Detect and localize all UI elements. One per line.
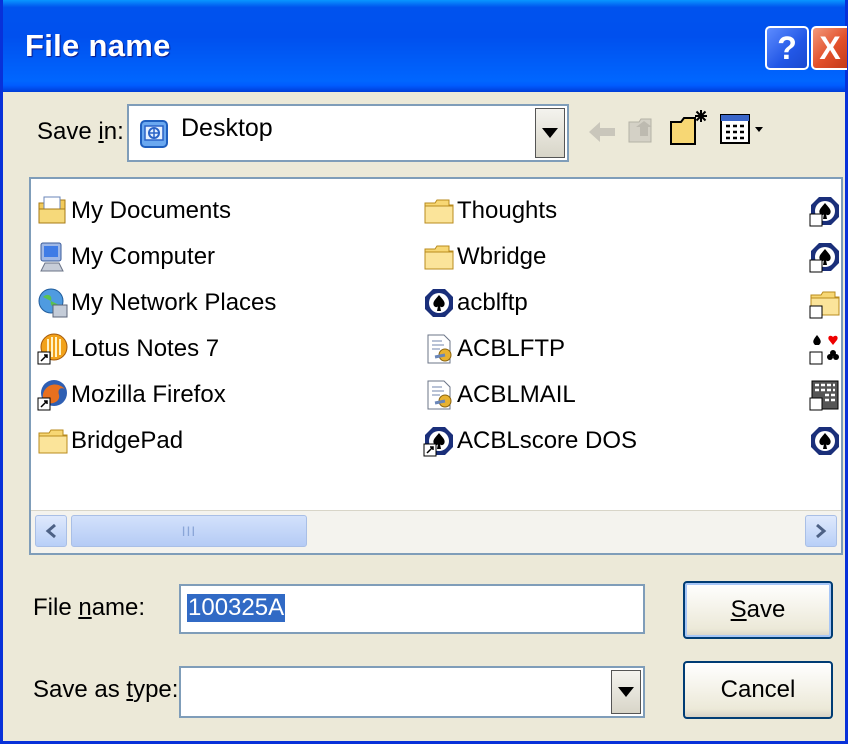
- chevron-left-icon: [45, 523, 56, 539]
- list-item[interactable]: [809, 283, 841, 323]
- scroll-left-button[interactable]: [35, 515, 67, 547]
- list-item[interactable]: [809, 237, 841, 277]
- script-file-icon: [423, 333, 455, 365]
- folder-icon: [423, 241, 455, 273]
- list-item[interactable]: BridgePad: [37, 421, 183, 461]
- acbl-spade-shortcut-icon: [809, 195, 841, 227]
- folder-icon: [423, 195, 455, 227]
- my-documents-icon: [37, 195, 69, 227]
- list-item[interactable]: [809, 375, 841, 415]
- save-in-label: Save in:: [37, 118, 124, 145]
- list-item[interactable]: ACBLscore DOS: [423, 421, 637, 461]
- acbl-spade-icon: [423, 287, 455, 319]
- script-file-icon: [423, 379, 455, 411]
- lotus-notes-shortcut-icon: [37, 333, 69, 365]
- chevron-right-icon: [816, 523, 827, 539]
- file-list[interactable]: My Documents My Computer My Network Plac…: [29, 177, 843, 555]
- list-item[interactable]: [809, 191, 841, 231]
- list-item[interactable]: Lotus Notes 7: [37, 329, 219, 369]
- window-title: File name: [25, 28, 171, 63]
- save-in-dropdown-button[interactable]: [535, 108, 565, 158]
- scroll-right-button[interactable]: [805, 515, 837, 547]
- file-name-input[interactable]: 100325A: [179, 584, 645, 634]
- list-item[interactable]: Wbridge: [423, 237, 546, 277]
- scroll-thumb[interactable]: III: [71, 515, 307, 547]
- help-icon: ?: [777, 29, 797, 66]
- list-item[interactable]: [809, 421, 841, 461]
- file-name-value: 100325A: [187, 594, 286, 622]
- save-button[interactable]: Save: [683, 581, 833, 639]
- scroll-grip: III: [181, 523, 197, 539]
- card-suits-shortcut-icon: [809, 333, 841, 365]
- acbl-spade-shortcut-icon: [809, 241, 841, 273]
- firefox-shortcut-icon: [37, 379, 69, 411]
- save-dialog: File name ? X Save in: Desktop My Docume…: [0, 0, 848, 744]
- list-item[interactable]: My Documents: [37, 191, 231, 231]
- list-item[interactable]: acblftp: [423, 283, 528, 323]
- save-as-type-dropdown-button[interactable]: [611, 670, 641, 714]
- help-button[interactable]: ?: [765, 26, 809, 70]
- back-arrow-icon[interactable]: [587, 118, 617, 151]
- list-item[interactable]: ACBLFTP: [423, 329, 565, 369]
- file-name-label: File name:: [33, 594, 146, 621]
- save-as-type-label: Save as type:: [33, 676, 179, 703]
- horizontal-scrollbar[interactable]: III: [31, 510, 841, 553]
- view-menu-icon[interactable]: [719, 112, 767, 151]
- network-places-icon: [37, 287, 69, 319]
- my-computer-icon: [37, 241, 69, 273]
- list-item[interactable]: My Computer: [37, 237, 215, 277]
- close-button[interactable]: X: [811, 26, 847, 70]
- list-item[interactable]: My Network Places: [37, 283, 276, 323]
- close-icon: X: [819, 29, 841, 66]
- acbl-spade-icon: [809, 425, 841, 457]
- folder-icon: [37, 425, 69, 457]
- save-in-value: Desktop: [181, 114, 273, 142]
- up-folder-icon[interactable]: [627, 112, 661, 151]
- list-item[interactable]: Thoughts: [423, 191, 557, 231]
- save-in-combo[interactable]: Desktop: [127, 104, 569, 162]
- calculator-shortcut-icon: [809, 379, 841, 411]
- list-item[interactable]: Mozilla Firefox: [37, 375, 226, 415]
- save-as-type-combo[interactable]: [179, 666, 645, 718]
- chevron-down-icon: [618, 687, 634, 697]
- cancel-button[interactable]: Cancel: [683, 661, 833, 719]
- title-bar[interactable]: File name ? X: [3, 0, 847, 92]
- folder-shortcut-icon: [809, 287, 841, 319]
- list-item[interactable]: ACBLMAIL: [423, 375, 576, 415]
- acbl-spade-shortcut-icon: [423, 425, 455, 457]
- desktop-icon: [139, 118, 171, 150]
- list-item[interactable]: [809, 329, 841, 369]
- chevron-down-icon: [542, 128, 558, 138]
- new-folder-icon[interactable]: [669, 108, 713, 153]
